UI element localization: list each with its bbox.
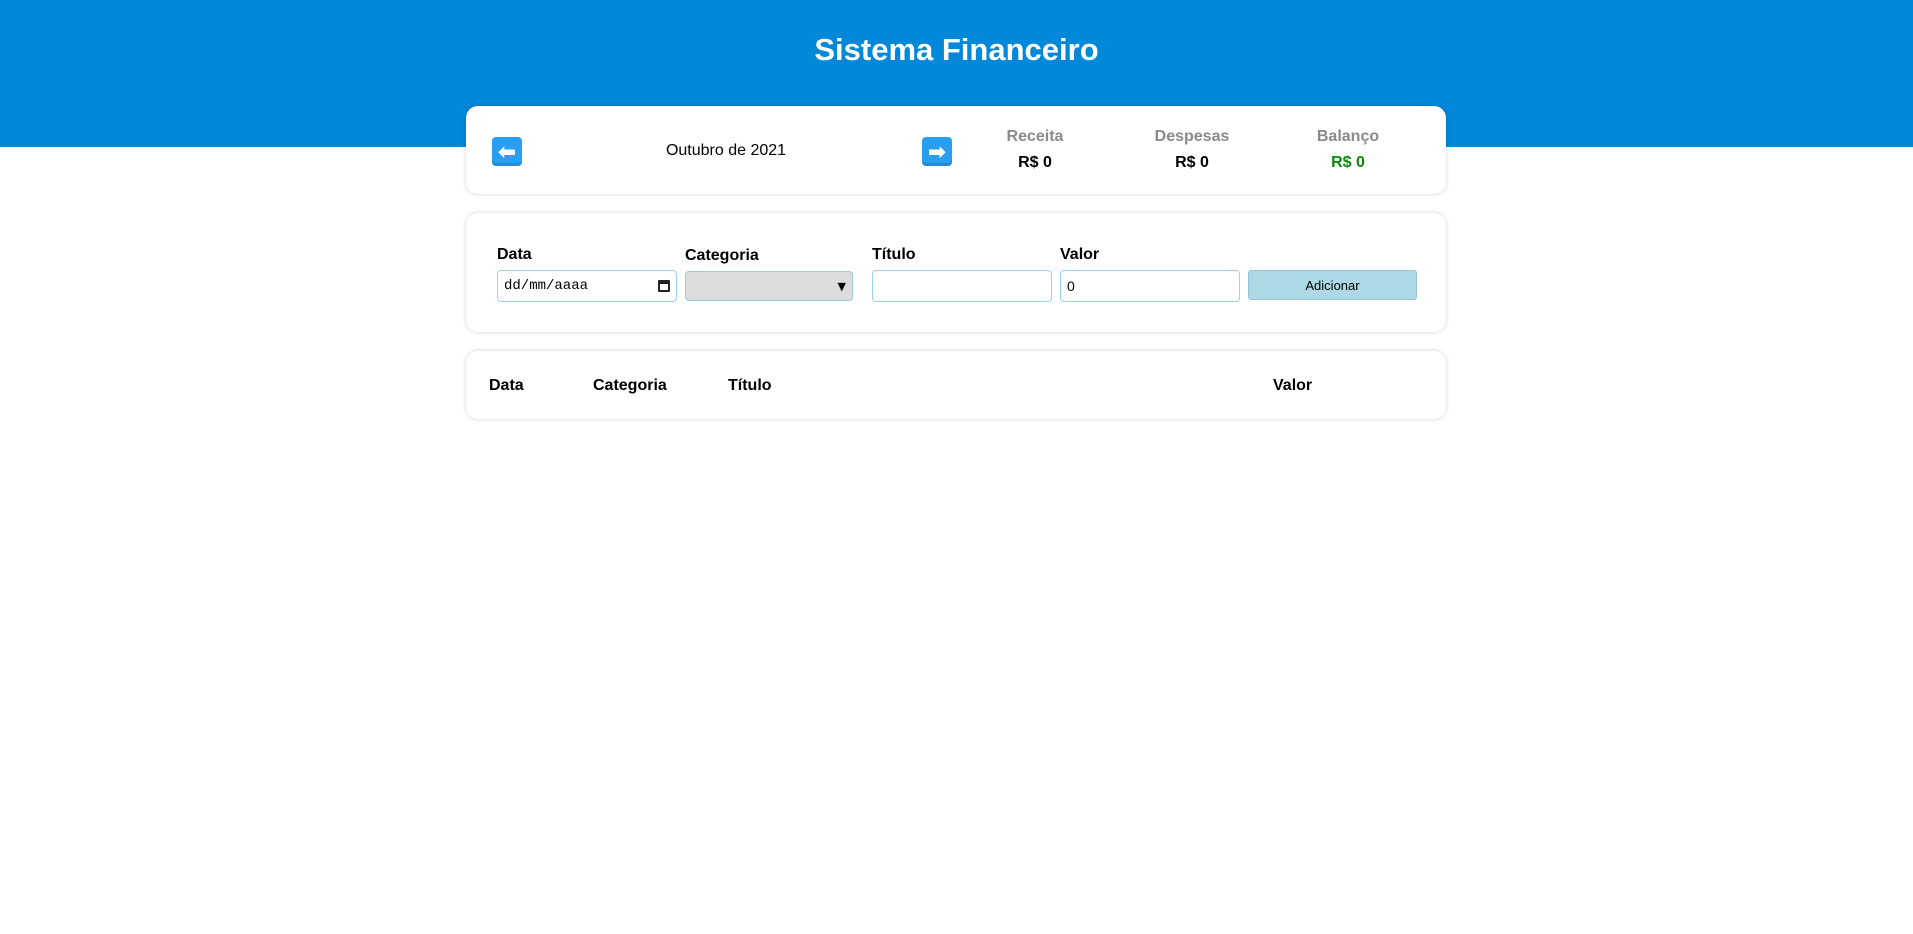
table-header-data[interactable]: Data xyxy=(489,377,524,395)
entries-table: Data Categoria Título Valor xyxy=(466,351,1446,419)
receita-value: R$ 0 xyxy=(1018,154,1052,171)
add-entry-form: Data dd/mm/aaaa Categoria ▼ Título Valor… xyxy=(466,213,1446,332)
date-input[interactable]: dd/mm/aaaa xyxy=(497,270,677,302)
balanco-summary: Balanço R$ 0 xyxy=(1268,128,1428,172)
calendar-icon[interactable] xyxy=(658,280,670,292)
date-placeholder: dd/mm/aaaa xyxy=(504,278,589,294)
left-arrow-icon: ⬅ xyxy=(497,138,517,164)
titulo-field: Título xyxy=(872,246,1052,302)
month-summary-card: ⬅ Outubro de 2021 ➡ Receita R$ 0 Despesa… xyxy=(466,106,1446,194)
categoria-select[interactable]: ▼ xyxy=(685,271,853,301)
balanco-value: R$ 0 xyxy=(1331,154,1365,171)
table-header-titulo[interactable]: Título xyxy=(728,377,772,395)
next-month-button[interactable]: ➡ xyxy=(922,137,952,166)
titulo-label: Título xyxy=(872,246,916,263)
valor-input[interactable]: 0 xyxy=(1060,270,1240,302)
current-month-label: Outubro de 2021 xyxy=(665,142,787,159)
chevron-down-icon: ▼ xyxy=(837,279,846,293)
receita-label: Receita xyxy=(1006,128,1064,145)
titulo-input[interactable] xyxy=(872,270,1052,302)
table-header-valor[interactable]: Valor xyxy=(1273,377,1312,395)
table-header-categoria[interactable]: Categoria xyxy=(593,377,667,395)
despesas-label: Despesas xyxy=(1154,128,1230,145)
app-title: Sistema Financeiro xyxy=(814,32,1099,67)
categoria-label: Categoria xyxy=(685,247,759,264)
add-button[interactable]: Adicionar xyxy=(1248,270,1417,300)
receita-summary: Receita R$ 0 xyxy=(955,128,1115,172)
valor-field: Valor 0 xyxy=(1060,246,1240,302)
previous-month-button[interactable]: ⬅ xyxy=(492,137,522,166)
data-label: Data xyxy=(497,246,532,263)
valor-label: Valor xyxy=(1060,246,1100,263)
data-field: Data dd/mm/aaaa xyxy=(497,246,677,302)
despesas-summary: Despesas R$ 0 xyxy=(1112,128,1272,172)
balanco-label: Balanço xyxy=(1316,128,1380,145)
right-arrow-icon: ➡ xyxy=(927,138,947,164)
despesas-value: R$ 0 xyxy=(1175,154,1209,171)
categoria-field: Categoria ▼ xyxy=(685,247,853,301)
